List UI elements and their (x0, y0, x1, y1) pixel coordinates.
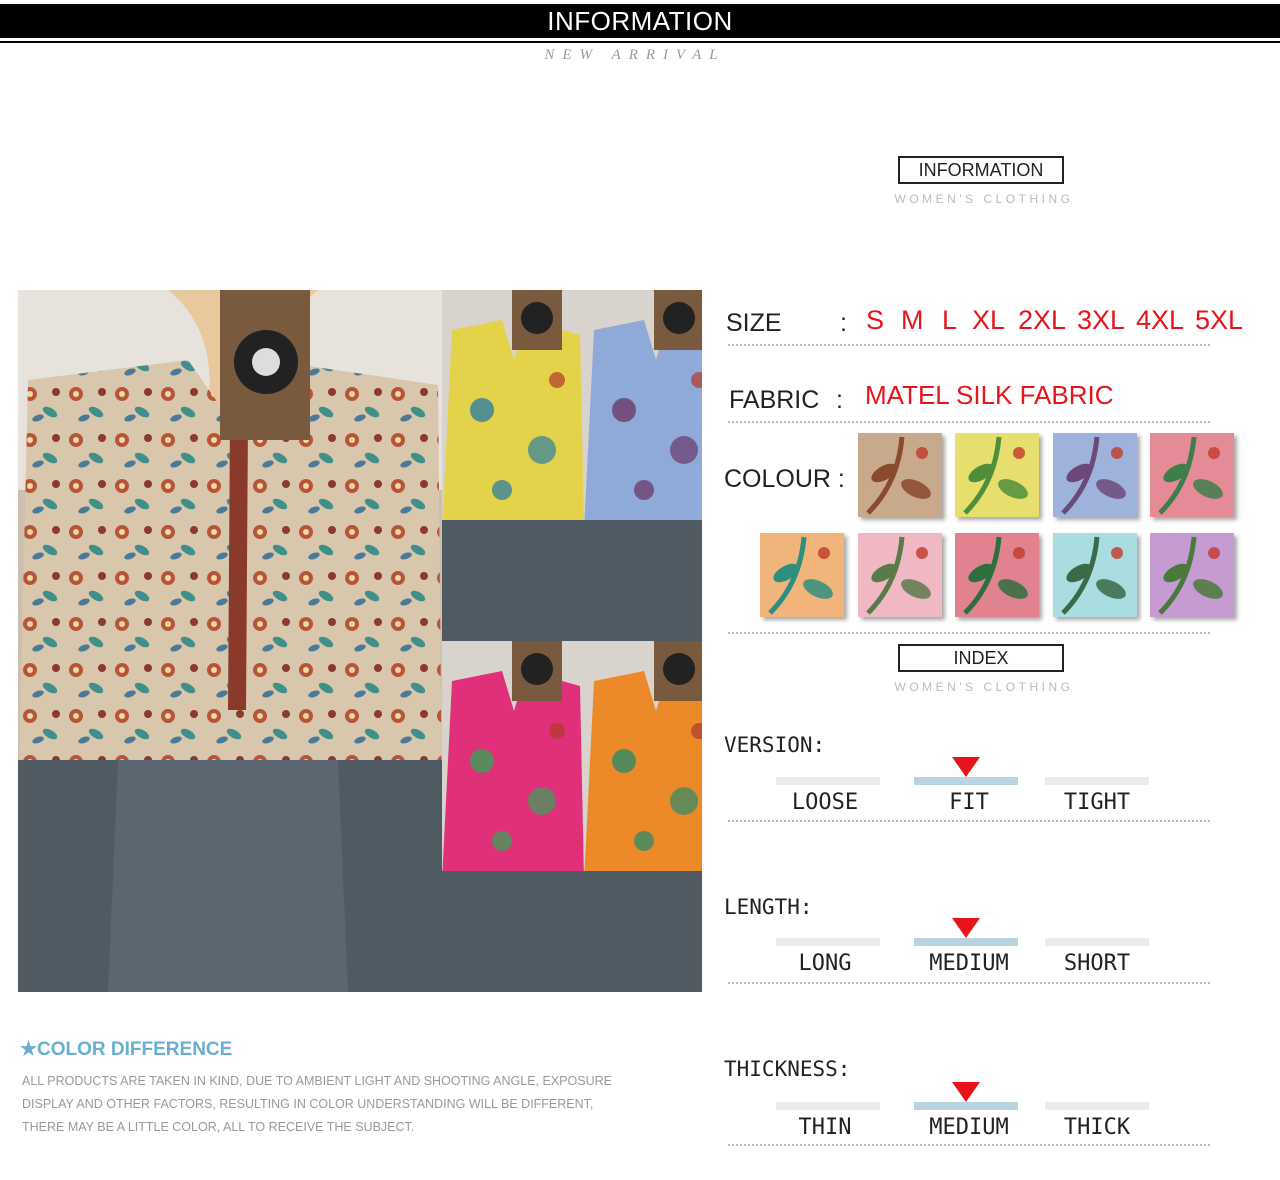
thickness-label: THICKNESS: (724, 1057, 851, 1081)
colour-swatches (0, 0, 1234, 617)
length-label: LENGTH: (724, 895, 813, 919)
product-photo-collage (18, 290, 702, 992)
version-option: TIGHT (1063, 790, 1131, 815)
information-subheading: WOMEN'S CLOTHING (894, 192, 1074, 206)
size-option[interactable]: M (901, 305, 924, 336)
colour-swatch[interactable] (1150, 433, 1234, 517)
version-option: LOOSE (791, 790, 859, 815)
divider (728, 421, 1210, 423)
thickness-scale-bar (1045, 1102, 1149, 1110)
colour-swatch[interactable] (1053, 533, 1137, 617)
banner-subtitle: NEW ARRIVAL (544, 47, 726, 63)
thickness-scale-bar (914, 1102, 1018, 1110)
color-difference-title: ★COLOR DIFFERENCE (20, 1039, 233, 1060)
thickness-option: THICK (1063, 1115, 1131, 1140)
divider (728, 1144, 1210, 1146)
thickness-option: THIN (798, 1115, 852, 1140)
fabric-colon: : (836, 386, 843, 414)
colour-swatch[interactable] (858, 533, 942, 617)
colour-label: COLOUR : (724, 465, 845, 493)
index-heading: INDEX (898, 644, 1064, 672)
divider (728, 344, 1210, 346)
divider (728, 820, 1210, 822)
color-difference-line: DISPLAY AND OTHER FACTORS, RESULTING IN … (22, 1097, 594, 1111)
index-subheading: WOMEN'S CLOTHING (894, 680, 1074, 694)
size-label: SIZE (726, 309, 782, 337)
thickness-scale-bar (776, 1102, 880, 1110)
fabric-value: MATEL SILK FABRIC (865, 380, 1114, 410)
colour-swatch[interactable] (1053, 433, 1137, 517)
color-difference-text: ALL PRODUCTS ARE TAKEN IN KIND, DUE TO A… (22, 1070, 662, 1139)
banner-title: INFORMATION (547, 6, 733, 36)
divider (728, 632, 1210, 634)
length-scale-bar (914, 938, 1018, 946)
length-option: SHORT (1063, 951, 1131, 976)
version-scale-bar (776, 777, 880, 785)
thickness-selected-marker (952, 1082, 980, 1102)
size-option[interactable]: S (866, 305, 884, 336)
length-selected-marker (952, 918, 980, 938)
length-scale-bar (776, 938, 880, 946)
version-label: VERSION: (724, 733, 826, 757)
size-option[interactable]: 5XL (1195, 305, 1243, 336)
divider (728, 982, 1210, 984)
length-scale-bar (1045, 938, 1149, 946)
product-photo (18, 290, 702, 992)
information-heading: INFORMATION (898, 156, 1064, 184)
color-difference-line: ALL PRODUCTS ARE TAKEN IN KIND, DUE TO A… (22, 1074, 612, 1088)
version-scale-bar (1045, 777, 1149, 785)
color-variant-photo (584, 641, 702, 992)
version-scale-bar (914, 777, 1018, 785)
colour-swatch[interactable] (955, 533, 1039, 617)
version-selected-marker (952, 757, 980, 777)
color-variant-photo (584, 290, 702, 641)
size-option[interactable]: L (942, 305, 957, 336)
color-variant-photo (442, 290, 584, 641)
size-option[interactable]: 4XL (1136, 305, 1184, 336)
colour-swatch[interactable] (760, 533, 844, 617)
length-option: LONG (798, 951, 852, 976)
fabric-label: FABRIC (729, 386, 820, 414)
color-difference-line: THERE MAY BE A LITTLE COLOR, ALL TO RECE… (22, 1120, 415, 1134)
size-option[interactable]: XL (972, 305, 1005, 336)
colour-swatch[interactable] (955, 433, 1039, 517)
banner-underline (0, 41, 1280, 43)
size-colon: : (840, 309, 847, 337)
colour-swatch[interactable] (858, 433, 942, 517)
size-option[interactable]: 3XL (1077, 305, 1125, 336)
size-option[interactable]: 2XL (1018, 305, 1066, 336)
colour-swatch[interactable] (1150, 533, 1234, 617)
color-variant-photo (442, 641, 584, 992)
